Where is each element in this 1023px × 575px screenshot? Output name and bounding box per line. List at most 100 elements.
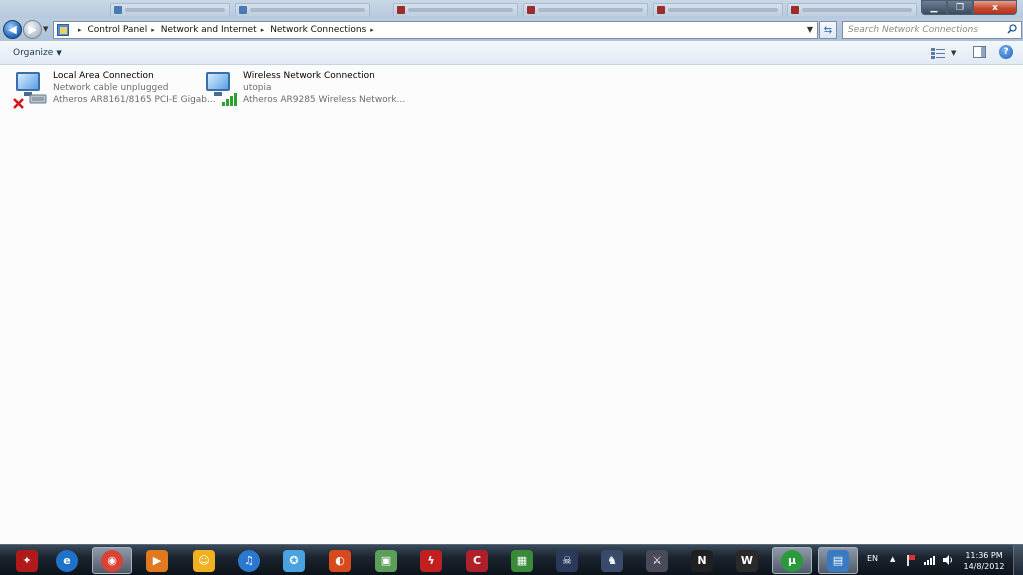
utorrent-icon: µ <box>781 549 803 572</box>
messenger-icon: ☺ <box>193 549 215 572</box>
connection-item-local-area[interactable]: Local Area Connection Network cable unpl… <box>13 70 216 114</box>
connection-name: Wireless Network Connection <box>243 71 375 81</box>
breadcrumb-root[interactable]: ▸ <box>74 26 88 34</box>
breadcrumb-network-connections[interactable]: Network Connections ▸ <box>270 25 380 35</box>
connection-status: utopia <box>243 83 272 93</box>
address-bar[interactable]: ▸ Control Panel ▸ Network and Internet ▸… <box>53 21 818 39</box>
world-of-tanks-icon: W <box>736 549 758 572</box>
preview-pane-button[interactable] <box>973 46 986 58</box>
app-installer-icon: ▣ <box>375 549 397 572</box>
connection-name: Local Area Connection <box>53 71 154 81</box>
taskbar-button-chrome[interactable]: ◉ <box>92 547 132 574</box>
chevron-down-icon: ▼ <box>56 49 62 57</box>
taskbar-button-utorrent[interactable]: µ <box>772 547 812 574</box>
refresh-button[interactable]: ⇆ <box>819 21 837 39</box>
taskbar-button-cpuz[interactable]: C <box>457 547 497 574</box>
rog-start-icon: ✦ <box>16 549 38 572</box>
cpuz-icon: C <box>466 549 488 572</box>
taskbar: ✦ e ◉ ▶ ☺ ♫ ✪ ◐ ▣ ϟ C ▦ ☠ ♞ ⚔ N Wµ ▤ EN ▲ 11:36 PM 14/8/2… <box>0 544 1023 575</box>
clock-time: 11:36 PM <box>965 551 1003 560</box>
title-bar: ▁ ❐ x <box>0 0 1023 18</box>
wireless-signal-icon[interactable] <box>924 555 936 565</box>
media-player-icon: ▶ <box>146 549 168 572</box>
skull-game-icon: ☠ <box>556 549 578 572</box>
live-messenger-icon: ✪ <box>283 549 305 572</box>
taskbar-button-network-connections[interactable]: ▤ <box>818 547 858 574</box>
restore-button[interactable]: ❐ <box>947 0 973 15</box>
need-for-speed-icon: N <box>691 549 713 572</box>
chrome-icon: ◉ <box>101 549 123 572</box>
taskbar-button-world-of-tanks[interactable]: W <box>727 547 767 574</box>
background-window-tab <box>110 3 230 16</box>
close-button[interactable]: x <box>973 0 1017 15</box>
itunes-icon: ♫ <box>238 549 260 572</box>
connection-adapter: Atheros AR9285 Wireless Network... <box>243 95 406 105</box>
connection-status: Network cable unplugged <box>53 83 169 93</box>
flag-icon[interactable] <box>906 554 916 566</box>
taskbar-button-app-installer[interactable]: ▣ <box>366 547 406 574</box>
forward-arrow-icon: ▶ <box>28 23 37 36</box>
breadcrumb-label[interactable]: Control Panel <box>88 25 148 35</box>
taskbar-button-skull-game[interactable]: ☠ <box>547 547 587 574</box>
background-window-tab <box>235 3 370 16</box>
control-panel-icon <box>56 23 70 37</box>
taskbar-button-internet-explorer[interactable]: e <box>47 547 87 574</box>
back-button[interactable]: ◀ <box>3 20 22 39</box>
forward-button[interactable]: ▶ <box>23 20 42 39</box>
language-indicator[interactable]: EN <box>867 554 878 563</box>
taskbar-button-live-messenger[interactable]: ✪ <box>274 547 314 574</box>
internet-explorer-icon: e <box>56 549 78 572</box>
volume-icon[interactable] <box>942 554 954 566</box>
breadcrumb-network-and-internet[interactable]: Network and Internet ▸ <box>161 25 270 35</box>
breadcrumb-separator[interactable]: ▸ <box>151 26 155 34</box>
address-history-dropdown[interactable]: ▼ <box>807 25 813 34</box>
breadcrumb-control-panel[interactable]: Control Panel ▸ <box>88 25 161 35</box>
clock-date: 14/8/2012 <box>963 562 1005 571</box>
change-view-button[interactable]: ▼ <box>931 47 957 59</box>
clock[interactable]: 11:36 PM 14/8/2012 <box>959 550 1009 572</box>
lan-disconnected-icon <box>13 70 49 109</box>
window-caption-buttons: ▁ ❐ x <box>921 0 1017 15</box>
breadcrumb-label[interactable]: Network and Internet <box>161 25 257 35</box>
flash-icon: ϟ <box>420 549 442 572</box>
connection-adapter: Atheros AR8161/8165 PCI-E Gigab... <box>53 95 216 105</box>
taskbar-button-warrior-game[interactable]: ⚔ <box>637 547 677 574</box>
taskbar-button-browser[interactable]: ◐ <box>320 547 360 574</box>
search-icon[interactable] <box>1007 24 1017 34</box>
taskbar-button-media-player[interactable]: ▶ <box>137 547 177 574</box>
soldier-game-icon: ♞ <box>601 549 623 572</box>
warrior-game-icon: ⚔ <box>646 549 668 572</box>
navigation-bar: ◀ ▶ ▼ ▸ Control Panel ▸ Network and Inte… <box>0 18 1023 41</box>
taskbar-button-soldier-game[interactable]: ♞ <box>592 547 632 574</box>
taskbar-button-messenger[interactable]: ☺ <box>184 547 224 574</box>
help-button[interactable]: ? <box>999 45 1013 59</box>
breadcrumb-separator[interactable]: ▸ <box>370 26 374 34</box>
connections-list: Local Area Connection Network cable unpl… <box>0 66 1023 544</box>
breadcrumb-label[interactable]: Network Connections <box>270 25 366 35</box>
minimize-button[interactable]: ▁ <box>921 0 947 15</box>
search-input[interactable]: Search Network Connections <box>842 21 1022 39</box>
taskbar-button-flash[interactable]: ϟ <box>411 547 451 574</box>
background-window-tab <box>787 3 917 16</box>
organize-label: Organize <box>13 48 54 58</box>
view-options-icon <box>931 47 945 59</box>
organize-button[interactable]: Organize ▼ <box>13 48 62 58</box>
show-hidden-icons-button[interactable]: ▲ <box>890 555 895 563</box>
command-bar: Organize ▼ ▼ ? <box>0 41 1023 65</box>
breadcrumb-separator[interactable]: ▸ <box>261 26 265 34</box>
taskbar-button-need-for-speed[interactable]: N <box>682 547 722 574</box>
recent-pages-dropdown[interactable]: ▼ <box>43 25 48 33</box>
taskbar-button-rog-start[interactable]: ✦ <box>7 547 47 574</box>
refresh-icon: ⇆ <box>823 24 833 36</box>
chevron-down-icon[interactable]: ▼ <box>951 49 956 57</box>
taskbar-button-itunes[interactable]: ♫ <box>229 547 269 574</box>
back-arrow-icon: ◀ <box>8 23 17 36</box>
help-icon: ? <box>1003 47 1009 57</box>
search-placeholder: Search Network Connections <box>848 25 979 35</box>
show-desktop-button[interactable] <box>1013 545 1023 575</box>
connection-item-wireless[interactable]: Wireless Network Connection utopia Ather… <box>203 70 405 114</box>
browser-icon: ◐ <box>329 549 351 572</box>
gpuz-icon: ▦ <box>511 549 533 572</box>
breadcrumb-separator[interactable]: ▸ <box>78 26 82 34</box>
taskbar-button-gpuz[interactable]: ▦ <box>502 547 542 574</box>
